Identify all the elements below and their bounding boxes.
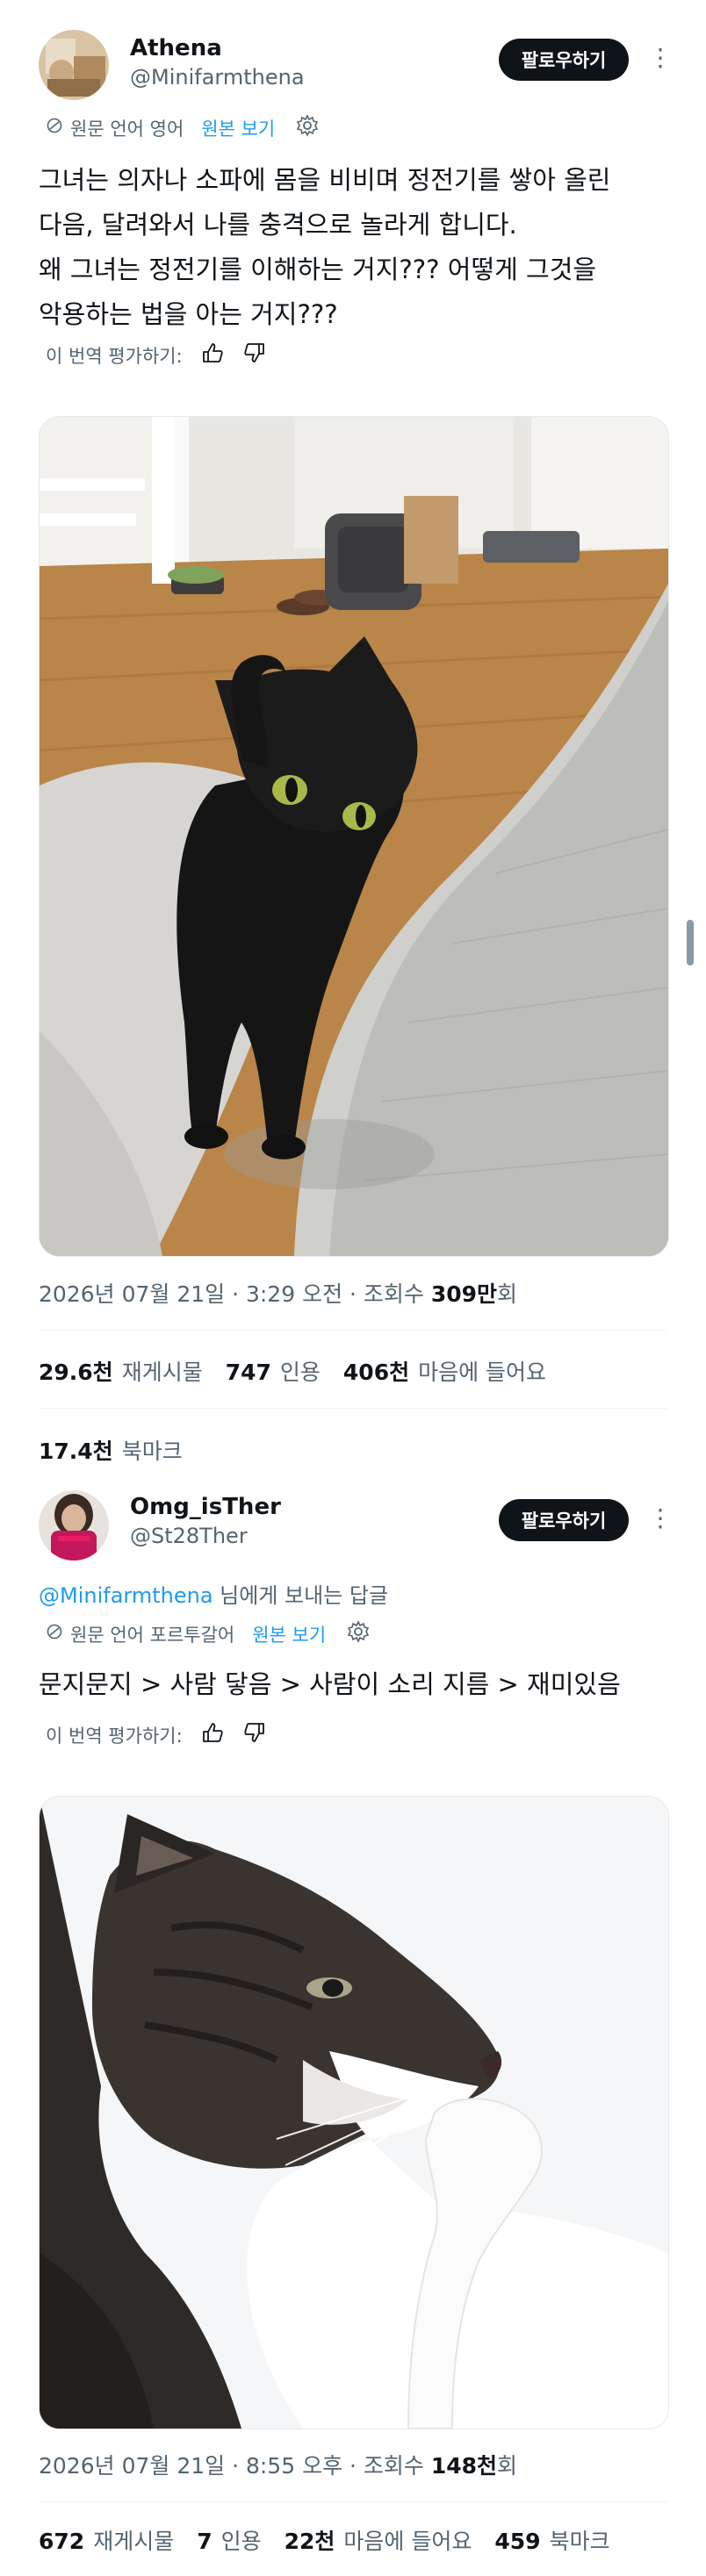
show-original-link[interactable]: 원본 보기 <box>201 115 275 141</box>
quote-label[interactable]: 인용 <box>280 1355 321 1387</box>
author-handle[interactable]: @Minifarmthena <box>130 65 305 90</box>
rate-label: 이 번역 평가하기: <box>46 345 183 367</box>
quote-count[interactable]: 747 <box>226 1360 271 1385</box>
like-count[interactable]: 22천 <box>285 2524 335 2556</box>
retweet-label[interactable]: 재게시물 <box>122 1355 203 1387</box>
timestamp-text: 2026년 07월 21일 · 3:29 오전 · 조회수 <box>39 1281 431 1307</box>
tweet-timestamp: 2026년 07월 21일 · 3:29 오전 · 조회수 309만회 <box>39 1277 517 1309</box>
translation-bar: 원문 언어 포르투갈어 원본 보기 <box>46 1620 370 1647</box>
translate-icon <box>46 117 63 139</box>
tweet-photo-black-cat[interactable] <box>39 416 669 1257</box>
source-language: 원문 언어 영어 <box>70 118 184 140</box>
tweet-text: 그녀는 의자나 소파에 몸을 비비며 정전기를 쌓아 올린 다음, 달려와서 나… <box>39 165 611 329</box>
retweet-count[interactable]: 29.6천 <box>39 1355 113 1387</box>
thumbs-down-icon[interactable] <box>242 341 267 370</box>
avatar[interactable] <box>39 30 109 100</box>
show-original-link[interactable]: 원본 보기 <box>252 1621 326 1647</box>
engagement-stats: 29.6천 재게시물 747 인용 406천 마음에 들어요 <box>39 1355 546 1387</box>
divider <box>39 1330 667 1331</box>
thumbs-up-icon[interactable] <box>200 341 225 370</box>
quote-count[interactable]: 7 <box>197 2529 212 2554</box>
settings-gear-icon[interactable] <box>296 114 319 141</box>
bookmark-count[interactable]: 17.4천 <box>39 1434 113 1466</box>
rate-label: 이 번역 평가하기: <box>46 1725 183 1747</box>
rate-translation-row: 이 번역 평가하기: <box>46 341 267 370</box>
divider <box>39 1408 667 1409</box>
divider <box>39 2501 667 2502</box>
quote-label[interactable]: 인용 <box>221 2524 262 2556</box>
thumbs-down-icon[interactable] <box>242 1720 267 1749</box>
translation-bar: 원문 언어 영어 원본 보기 <box>46 114 319 141</box>
author-name[interactable]: Omg_isTher <box>130 1494 281 1520</box>
scrollbar-thumb[interactable] <box>687 920 694 965</box>
bookmark-label[interactable]: 북마크 <box>550 2524 610 2556</box>
reply-suffix: 님에게 보내는 답글 <box>213 1583 389 1608</box>
tweet-text: 문지문지 > 사람 닿음 > 사람이 소리 지름 > 재미있음 <box>39 1669 621 1699</box>
source-language: 원문 언어 포르투갈어 <box>70 1624 235 1646</box>
more-options-icon[interactable]: ⋮ <box>648 1506 673 1531</box>
view-count: 148천 <box>430 2453 498 2479</box>
follow-button[interactable]: 팔로우하기 <box>499 1499 629 1541</box>
view-suffix: 회 <box>497 1281 518 1307</box>
reply-context: @Minifarmthena 님에게 보내는 답글 <box>39 1578 388 1609</box>
translate-icon <box>46 1623 63 1645</box>
follow-button[interactable]: 팔로우하기 <box>499 39 629 81</box>
more-options-icon[interactable]: ⋮ <box>648 46 673 70</box>
author-handle[interactable]: @St28Ther <box>130 1524 248 1548</box>
thumbs-up-icon[interactable] <box>200 1720 225 1749</box>
reply-handle-link[interactable]: @Minifarmthena <box>39 1583 213 1608</box>
settings-gear-icon[interactable] <box>347 1620 370 1647</box>
retweet-count[interactable]: 672 <box>39 2529 84 2554</box>
rate-translation-row: 이 번역 평가하기: <box>46 1720 267 1749</box>
bookmark-label[interactable]: 북마크 <box>122 1434 183 1466</box>
like-label[interactable]: 마음에 들어요 <box>418 1355 546 1387</box>
tweet-timestamp: 2026년 07월 21일 · 8:55 오후 · 조회수 148천회 <box>39 2449 517 2480</box>
timestamp-text: 2026년 07월 21일 · 8:55 오후 · 조회수 <box>39 2453 431 2479</box>
view-suffix: 회 <box>497 2453 518 2479</box>
bookmark-stats: 17.4천 북마크 <box>39 1434 183 1466</box>
avatar[interactable] <box>39 1490 109 1561</box>
author-name[interactable]: Athena <box>130 35 222 61</box>
view-count: 309만 <box>430 1281 498 1307</box>
like-count[interactable]: 406천 <box>343 1355 409 1387</box>
like-label[interactable]: 마음에 들어요 <box>343 2524 472 2556</box>
bookmark-count[interactable]: 459 <box>494 2529 540 2554</box>
tweet-photo-tabby-cat[interactable] <box>39 1796 669 2429</box>
retweet-label[interactable]: 재게시물 <box>93 2524 174 2556</box>
engagement-stats: 672 재게시물 7 인용 22천 마음에 들어요 459 북마크 <box>39 2524 610 2556</box>
